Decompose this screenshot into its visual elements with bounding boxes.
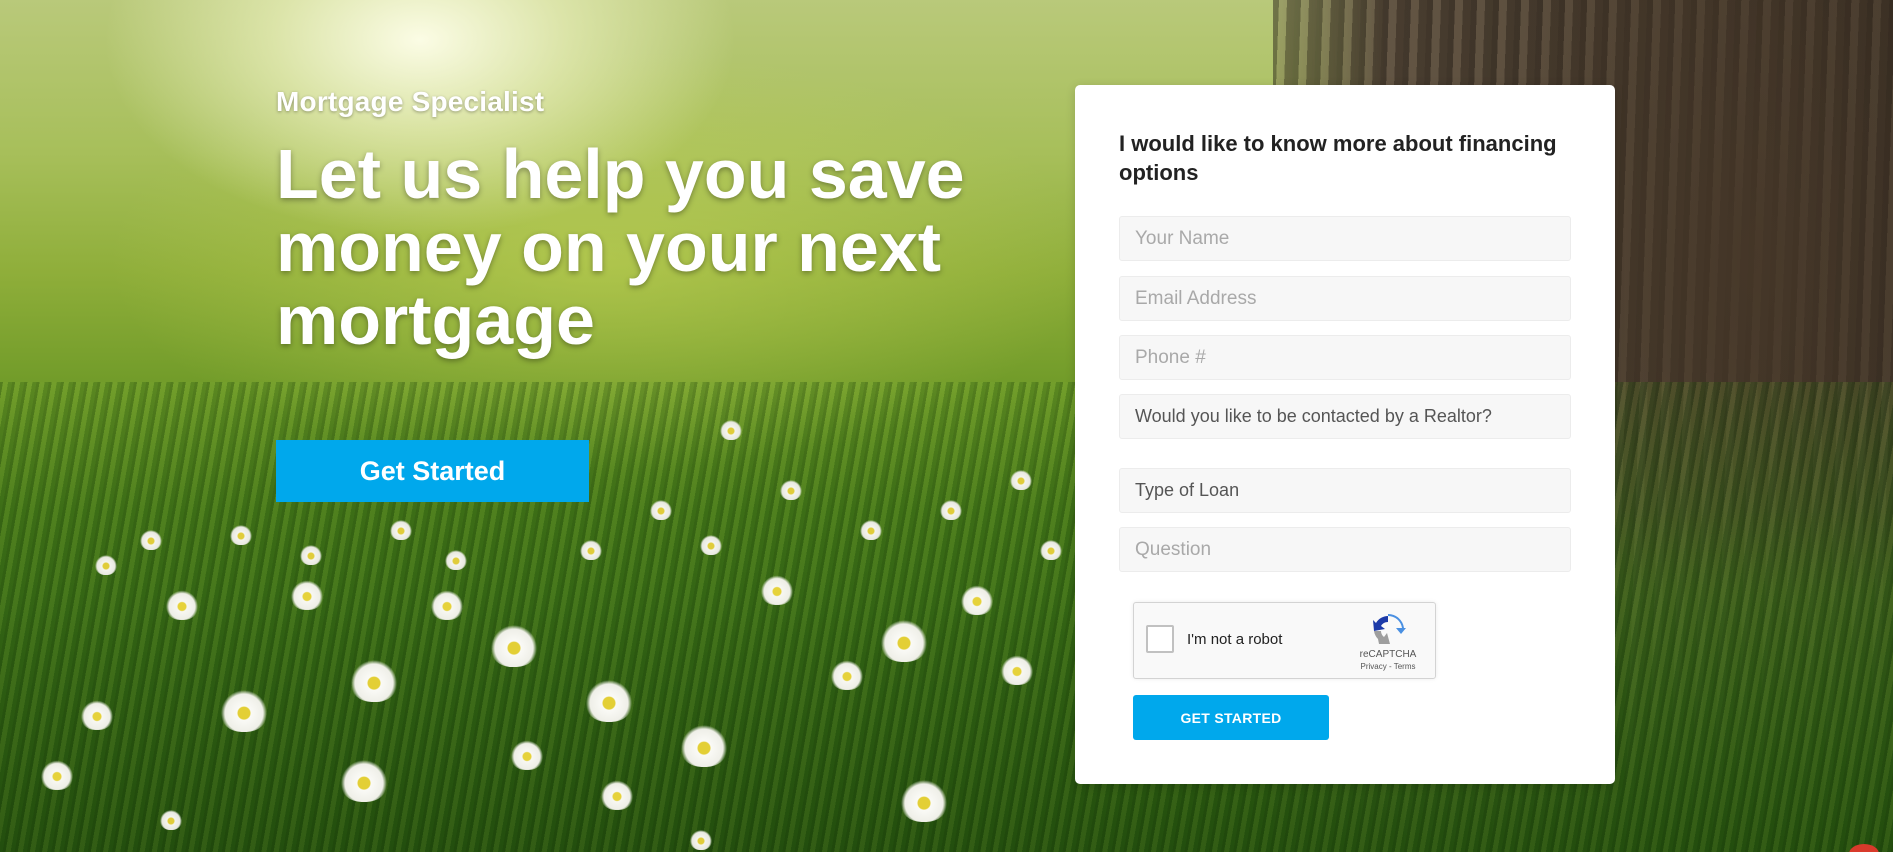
flower-decoration [960, 585, 994, 615]
phone-input[interactable] [1119, 335, 1571, 380]
flower-decoration [445, 550, 467, 570]
flower-decoration [1000, 655, 1034, 685]
flower-decoration [510, 740, 544, 770]
flower-decoration [300, 545, 322, 565]
flower-decoration [140, 530, 162, 550]
loan-type-select-value: Type of Loan [1135, 480, 1240, 500]
flower-decoration [1010, 470, 1032, 490]
flower-decoration [880, 620, 928, 662]
hero-kicker: Mortgage Specialist [276, 86, 545, 117]
flower-decoration [760, 575, 794, 605]
flower-decoration [80, 700, 114, 730]
flower-decoration [680, 725, 728, 767]
lead-form-card: I would like to know more about financin… [1075, 85, 1615, 784]
flower-decoration [650, 500, 672, 520]
flower-decoration [585, 680, 633, 722]
flower-decoration [830, 660, 864, 690]
flower-decoration [490, 625, 538, 667]
flower-decoration [780, 480, 802, 500]
flower-decoration [95, 555, 117, 575]
flower-decoration [350, 660, 398, 702]
flower-decoration [940, 500, 962, 520]
flower-decoration [700, 535, 722, 555]
flower-decoration [340, 760, 388, 802]
recaptcha-checkbox[interactable] [1146, 625, 1174, 653]
flower-decoration [160, 810, 182, 830]
flower-decoration [690, 830, 712, 850]
flower-decoration [900, 780, 948, 822]
name-input[interactable] [1119, 216, 1571, 261]
hero-headline: Let us help you save money on your next … [276, 135, 965, 359]
flower-decoration [165, 590, 199, 620]
recaptcha-logo-icon [1373, 613, 1406, 644]
form-submit-button[interactable]: GET STARTED [1133, 695, 1329, 740]
recaptcha-label: I'm not a robot [1187, 631, 1283, 648]
flower-decoration [230, 525, 252, 545]
question-input[interactable] [1119, 527, 1571, 572]
flower-decoration [1040, 540, 1062, 560]
flower-decoration [720, 420, 742, 440]
get-started-button[interactable]: Get Started [276, 440, 589, 502]
realtor-contact-select[interactable]: Would you like to be contacted by a Real… [1119, 394, 1571, 439]
flower-decoration [860, 520, 882, 540]
flower-decoration [220, 690, 268, 732]
form-title: I would like to know more about financin… [1119, 131, 1557, 185]
realtor-contact-select-value: Would you like to be contacted by a Real… [1135, 406, 1492, 426]
flower-decoration [390, 520, 412, 540]
flower-decoration [430, 590, 464, 620]
hero-content: Mortgage Specialist Let us help you save… [276, 86, 996, 357]
recaptcha-brand: reCAPTCHA [1359, 649, 1417, 660]
flower-decoration [40, 760, 74, 790]
recaptcha-widget: I'm not a robot reCAPTCHA Privacy - Term… [1133, 602, 1436, 679]
flower-decoration [580, 540, 602, 560]
loan-type-select[interactable]: Type of Loan [1119, 468, 1571, 513]
flower-decoration [600, 780, 634, 810]
flower-decoration [290, 580, 324, 610]
recaptcha-privacy-terms[interactable]: Privacy - Terms [1355, 662, 1421, 671]
email-input[interactable] [1119, 276, 1571, 321]
